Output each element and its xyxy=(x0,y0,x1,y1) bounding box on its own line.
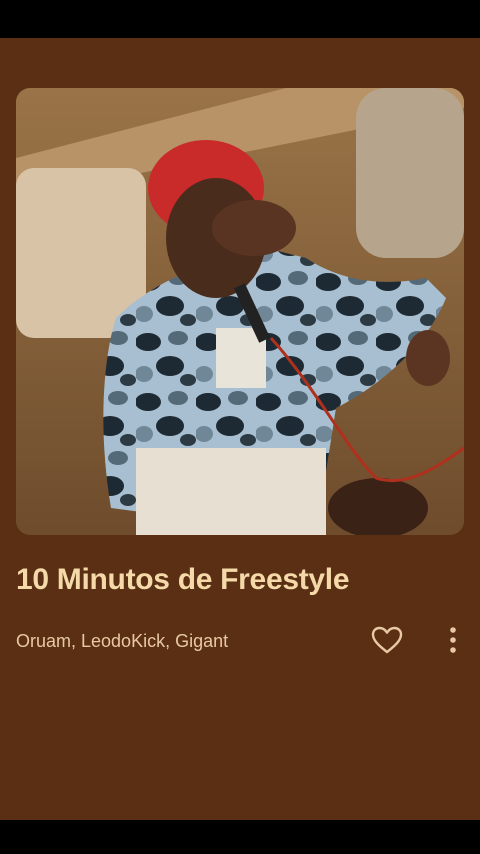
heart-outline-icon xyxy=(371,626,403,654)
like-button[interactable] xyxy=(368,623,406,657)
track-artists[interactable]: Oruam, LeodoKick, Gigant xyxy=(16,631,346,652)
album-art xyxy=(16,88,464,535)
more-options-button[interactable] xyxy=(440,623,466,657)
now-playing-screen: 10 Minutos de Freestyle Oruam, LeodoKick… xyxy=(0,38,480,820)
track-title: 10 Minutos de Freestyle xyxy=(16,563,350,596)
album-art-image xyxy=(16,88,464,535)
navigation-bar xyxy=(0,820,480,854)
status-bar xyxy=(0,0,480,38)
more-vertical-icon xyxy=(450,627,456,653)
